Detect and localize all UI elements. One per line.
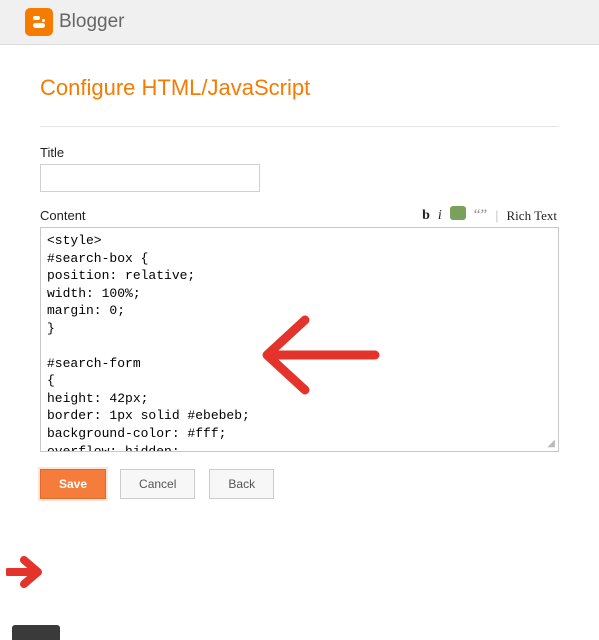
content-textarea[interactable]: <style> #search-box { position: relative…: [40, 227, 559, 452]
brand-logo[interactable]: Blogger: [25, 8, 125, 36]
link-button[interactable]: [448, 206, 468, 225]
title-input[interactable]: [40, 164, 260, 192]
form-area: Title Content b i “” | Rich Text <style>…: [0, 127, 599, 449]
brand-text: Blogger: [59, 11, 125, 33]
header-bar: Blogger: [0, 0, 599, 45]
button-row: Save Cancel Back: [0, 469, 599, 499]
footer-tab: [12, 625, 60, 640]
cancel-button[interactable]: Cancel: [120, 469, 195, 499]
toolbar-separator: |: [493, 208, 500, 223]
save-button[interactable]: Save: [40, 469, 106, 499]
back-button[interactable]: Back: [209, 469, 274, 499]
bold-button[interactable]: b: [420, 208, 432, 224]
page-title: Configure HTML/JavaScript: [40, 75, 599, 101]
quote-button[interactable]: “”: [472, 207, 489, 224]
content-label: Content: [40, 208, 86, 223]
blogger-icon: [25, 8, 53, 36]
italic-button[interactable]: i: [436, 208, 444, 224]
title-label: Title: [40, 145, 559, 160]
editor-toolbar: b i “” | Rich Text: [420, 206, 559, 225]
richtext-toggle[interactable]: Rich Text: [505, 208, 559, 224]
annotation-arrow-small: [6, 556, 46, 588]
link-icon: [450, 206, 466, 220]
